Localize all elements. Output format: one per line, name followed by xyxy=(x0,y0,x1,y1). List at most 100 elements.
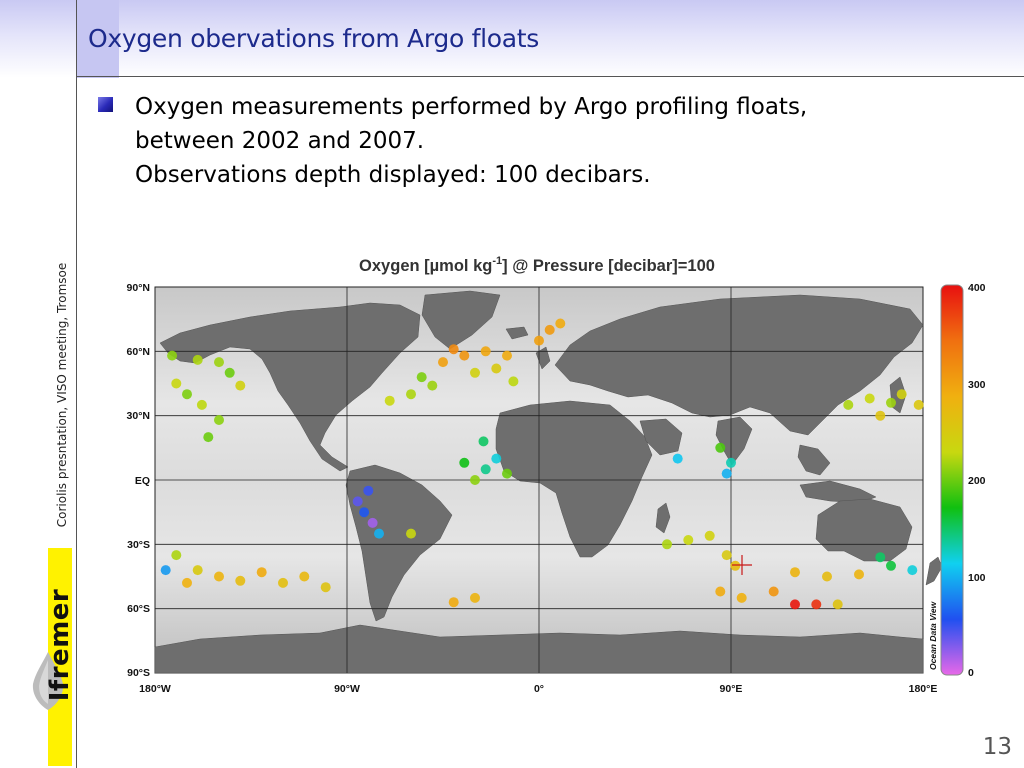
observation-point xyxy=(854,569,864,580)
observation-point xyxy=(768,586,779,597)
side-caption: Coriolis presntation, VISO meeting, Trom… xyxy=(55,262,69,528)
observation-point xyxy=(822,571,832,582)
observation-point xyxy=(427,380,438,391)
colorbar-label-100: 100 xyxy=(968,572,986,584)
observation-point xyxy=(182,389,192,400)
bullet-line-1: Oxygen measurements performed by Argo pr… xyxy=(135,94,808,120)
observation-point xyxy=(721,550,732,561)
observation-point xyxy=(730,560,741,571)
observation-point xyxy=(384,395,395,406)
lat-label-90s: 90°S xyxy=(127,667,150,679)
observation-point xyxy=(864,393,875,404)
vertical-divider xyxy=(76,0,77,768)
bullet-text: Oxygen measurements performed by Argo pr… xyxy=(135,90,807,192)
lon-label-90w: 90°W xyxy=(334,683,360,695)
observation-point xyxy=(416,372,427,383)
observation-point xyxy=(167,350,178,361)
observation-point xyxy=(480,346,491,357)
observation-point xyxy=(832,599,843,610)
map-title: Oxygen [µmol kg-1] @ Pressure [decibar]=… xyxy=(359,255,715,275)
observation-point xyxy=(726,457,736,468)
observation-point xyxy=(320,582,331,593)
observation-point xyxy=(235,575,246,586)
land-new-zealand xyxy=(925,556,943,586)
lon-label-180w: 180°W xyxy=(139,683,171,695)
colorbar-label-300: 300 xyxy=(968,379,986,391)
observation-point xyxy=(367,517,378,528)
observation-point xyxy=(491,363,502,374)
observation-point xyxy=(470,367,480,378)
observation-point xyxy=(896,389,907,400)
lat-label-eq: EQ xyxy=(135,475,150,487)
observation-point xyxy=(406,389,416,400)
observation-point xyxy=(811,599,822,610)
lon-label-90e: 90°E xyxy=(720,683,743,695)
observation-point xyxy=(359,507,370,518)
logo-text: Ifremer xyxy=(45,588,75,702)
observation-point xyxy=(790,599,800,610)
observation-point xyxy=(235,380,246,391)
colorbar-label-0: 0 xyxy=(968,667,974,679)
observation-point xyxy=(913,399,924,410)
observation-point xyxy=(224,367,235,378)
lat-label-30s: 30°S xyxy=(127,539,150,551)
bullet-line-3: Observations depth displayed: 100 deciba… xyxy=(135,162,651,188)
lon-label-180e: 180°E xyxy=(909,683,938,695)
observation-point xyxy=(196,399,207,410)
lat-label-60n: 60°N xyxy=(127,346,150,358)
observation-point xyxy=(438,357,448,368)
observation-point xyxy=(160,565,171,576)
observation-point xyxy=(214,357,224,368)
horizontal-divider xyxy=(76,76,1024,77)
map-title-prefix: Oxygen [µmol kg xyxy=(359,257,492,275)
observation-point xyxy=(715,586,726,597)
observation-point xyxy=(278,577,288,588)
colorbar-label-200: 200 xyxy=(968,475,986,487)
observation-point xyxy=(299,571,310,582)
observation-point xyxy=(544,324,555,335)
observation-point xyxy=(214,415,224,425)
observation-point xyxy=(182,577,192,588)
observation-point xyxy=(171,550,182,561)
map-title-suffix: ] @ Pressure [decibar]=100 xyxy=(502,257,715,275)
observation-point xyxy=(790,567,800,578)
observation-point xyxy=(470,592,480,603)
observation-point xyxy=(502,468,512,479)
observation-point xyxy=(672,453,683,464)
colorbar-label-400: 400 xyxy=(968,282,986,294)
slide-title: Oxygen obervations from Argo floats xyxy=(88,24,539,53)
observation-point xyxy=(715,442,726,453)
observation-point xyxy=(459,457,470,468)
latitude-labels: 90°N 60°N 30°N EQ 30°S 60°S 90°S xyxy=(127,282,150,679)
observation-point xyxy=(192,565,203,576)
observation-point xyxy=(662,539,672,550)
bullet-line-2: between 2002 and 2007. xyxy=(135,128,425,154)
colorbar-labels: 400 300 200 100 0 xyxy=(968,282,986,679)
observation-point xyxy=(508,376,519,387)
observation-point xyxy=(374,528,384,539)
observation-point xyxy=(203,432,214,443)
lat-label-90n: 90°N xyxy=(127,282,150,294)
map-title-sup: -1 xyxy=(492,255,502,267)
observation-point xyxy=(534,335,544,346)
observation-point xyxy=(491,453,502,464)
observation-point xyxy=(214,571,224,582)
observation-point xyxy=(875,410,886,421)
lon-label-0: 0° xyxy=(534,683,544,695)
observation-point xyxy=(683,535,694,545)
observation-point xyxy=(555,318,566,329)
observation-point xyxy=(470,475,480,485)
oxygen-map-figure: Oxygen [µmol kg-1] @ Pressure [decibar]=… xyxy=(127,255,986,695)
observation-point xyxy=(256,567,267,578)
observation-point xyxy=(192,354,203,365)
observation-point xyxy=(459,350,470,361)
observation-point xyxy=(907,565,918,576)
page-number: 13 xyxy=(982,734,1012,760)
colorbar xyxy=(940,284,964,676)
observation-point xyxy=(886,397,896,408)
observation-point xyxy=(721,468,732,479)
observation-point xyxy=(886,560,896,571)
observation-point xyxy=(736,592,747,603)
bullet-square-icon xyxy=(98,97,113,112)
lat-label-60s: 60°S xyxy=(127,603,150,615)
